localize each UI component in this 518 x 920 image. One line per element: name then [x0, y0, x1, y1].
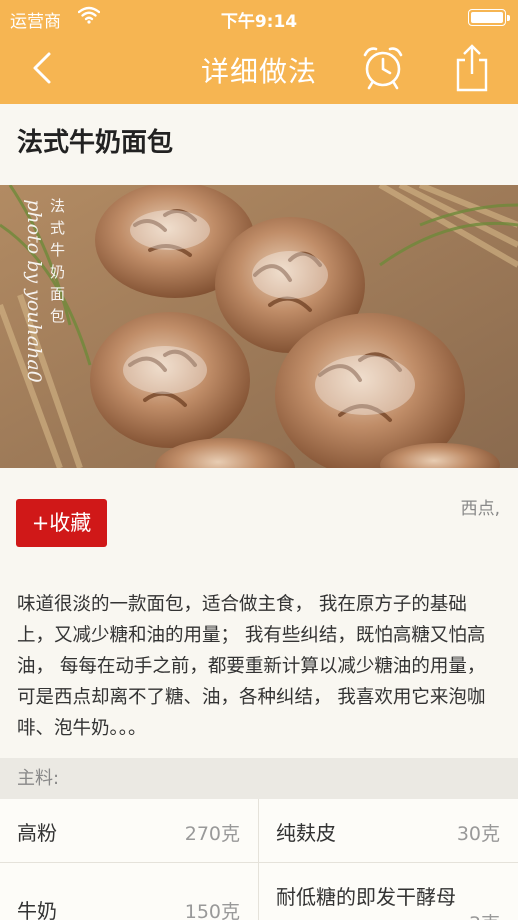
category-tag: 西点,: [460, 499, 500, 519]
ingredient-amount: 270克: [184, 823, 240, 845]
recipe-photo: photo by youhaha0 法式牛奶面包: [0, 185, 518, 468]
ingredient-amount: 30克: [456, 823, 500, 845]
alarm-clock-icon: [363, 47, 403, 90]
status-time: 下午9:14: [220, 12, 298, 32]
share-button[interactable]: [452, 42, 492, 94]
alarm-button[interactable]: [358, 42, 408, 92]
top-bar: 运营商 下午9:14 详细做法: [0, 0, 518, 104]
ingredient-item: 牛奶 150克: [0, 863, 259, 920]
ingredient-name: 高粉: [17, 821, 57, 845]
ingredient-item: 高粉 270克: [0, 799, 259, 863]
navigation-bar: 详细做法: [0, 36, 518, 104]
page-title: 详细做法: [200, 55, 317, 88]
ingredient-item: 纯麸皮 30克: [259, 799, 518, 863]
photo-overlay-text: 法式牛奶面包: [50, 197, 66, 325]
ingredients-header: 主料:: [0, 758, 518, 799]
status-bar: 运营商 下午9:14: [0, 0, 518, 36]
photo-credit: photo by youhaha0: [22, 199, 45, 383]
ingredient-name: 纯麸皮: [276, 821, 336, 845]
battery-fill: [471, 12, 503, 23]
ingredient-name: 耐低糖的即发干酵母: [276, 885, 456, 909]
ingredient-amount: 3克: [469, 909, 500, 920]
battery-icon: [468, 9, 510, 26]
ingredient-item: 耐低糖的即发干酵母 3克: [259, 863, 518, 920]
ingredient-name: 牛奶: [17, 899, 57, 920]
collect-button[interactable]: +收藏: [16, 499, 107, 547]
recipe-description: 味道很淡的一款面包，适合做主食， 我在原方子的基础上，又减少糖和油的用量； 我有…: [17, 594, 486, 739]
recipe-title: 法式牛奶面包: [17, 128, 174, 158]
ingredient-amount: 150克: [184, 901, 240, 920]
share-icon: [456, 44, 488, 92]
